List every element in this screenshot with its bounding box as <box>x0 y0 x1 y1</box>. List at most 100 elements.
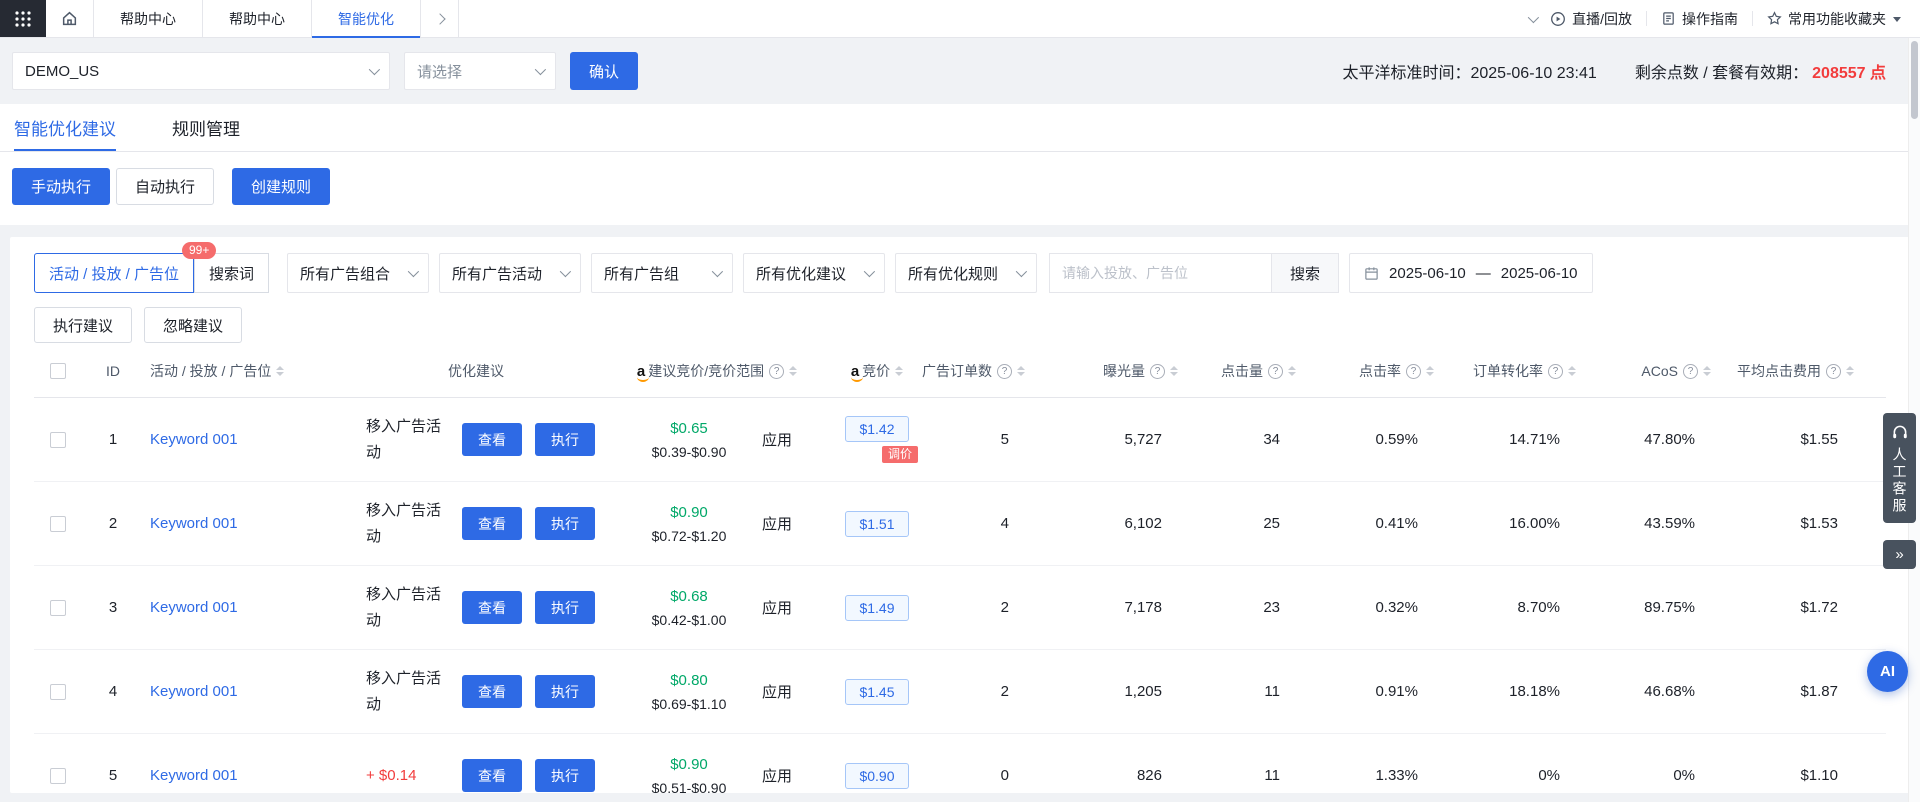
home-tab[interactable] <box>46 0 94 37</box>
col-header-ctr: 点击率 <box>1304 361 1442 381</box>
campaign-select[interactable]: 所有广告活动 <box>439 253 581 293</box>
keyword-link[interactable]: Keyword 001 <box>144 683 238 700</box>
confirm-button[interactable]: 确认 <box>570 52 638 90</box>
keyword-link[interactable]: Keyword 001 <box>144 431 238 448</box>
apps-menu-button[interactable] <box>0 0 46 37</box>
customer-service-panel[interactable]: 人工客服 <box>1883 413 1916 523</box>
keyword-link[interactable]: Keyword 001 <box>144 515 238 532</box>
sort-icon[interactable] <box>1568 366 1576 376</box>
help-icon[interactable] <box>1150 364 1165 379</box>
guide-button[interactable]: 操作指南 <box>1661 9 1738 29</box>
table-row: 5 Keyword 001 + $0.14 查看 执行 $0.90 $0.51-… <box>34 734 1886 793</box>
bid-pill[interactable]: $1.51 <box>845 511 908 537</box>
cell-cvr: 16.00% <box>1442 515 1584 532</box>
help-icon[interactable] <box>997 364 1012 379</box>
apply-link[interactable]: 应用 <box>762 597 792 618</box>
select-all-checkbox[interactable] <box>50 363 66 379</box>
sort-icon[interactable] <box>895 366 903 376</box>
apply-link[interactable]: 应用 <box>762 429 792 450</box>
apply-link[interactable]: 应用 <box>762 681 792 702</box>
live-replay-label: 直播/回放 <box>1572 9 1632 29</box>
row-checkbox[interactable] <box>50 684 66 700</box>
row-checkbox[interactable] <box>50 516 66 532</box>
apply-link[interactable]: 应用 <box>762 513 792 534</box>
toggle-search-term[interactable]: 搜索词 <box>194 253 269 293</box>
sort-icon[interactable] <box>1170 366 1178 376</box>
sort-icon[interactable] <box>1017 366 1025 376</box>
bid-adjust-badge: 调价 <box>882 446 918 463</box>
cell-orders: 4 <box>949 515 1033 532</box>
view-button[interactable]: 查看 <box>462 507 522 540</box>
row-checkbox[interactable] <box>50 432 66 448</box>
tab-help-center-2[interactable]: 帮助中心 <box>203 0 312 37</box>
sort-icon[interactable] <box>1288 366 1296 376</box>
tab-help-center-1[interactable]: 帮助中心 <box>94 0 203 37</box>
rule-select[interactable]: 所有优化规则 <box>895 253 1037 293</box>
date-range-picker[interactable]: 2025-06-10 — 2025-06-10 <box>1349 253 1592 293</box>
tab-scroll-right-button[interactable] <box>421 0 459 37</box>
tab-smart-optimization[interactable]: 智能优化 <box>312 0 421 37</box>
portfolio-select[interactable]: 所有广告组合 <box>287 253 429 293</box>
secondary-select[interactable]: 请选择 <box>404 52 556 90</box>
bulk-execute-button[interactable]: 执行建议 <box>34 307 132 343</box>
create-rule-button[interactable]: 创建规则 <box>232 168 330 205</box>
view-button[interactable]: 查看 <box>462 759 522 792</box>
chevron-down-icon <box>1016 266 1027 277</box>
scrollbar-thumb[interactable] <box>1911 41 1918 119</box>
view-button[interactable]: 查看 <box>462 675 522 708</box>
view-button[interactable]: 查看 <box>462 423 522 456</box>
help-icon[interactable] <box>1406 364 1421 379</box>
sort-icon[interactable] <box>276 366 284 376</box>
bid-pill[interactable]: $1.49 <box>845 595 908 621</box>
store-select-value: DEMO_US <box>25 63 99 80</box>
help-icon[interactable] <box>1826 364 1841 379</box>
table-header: ID 活动 / 投放 / 广告位 优化建议 建议竞价/竞价范围 竞价 广告订单数… <box>34 351 1886 398</box>
auto-execute-button[interactable]: 自动执行 <box>116 168 214 205</box>
toggle-campaign-placement[interactable]: 活动 / 投放 / 广告位 <box>34 253 194 293</box>
help-icon[interactable] <box>1683 364 1698 379</box>
store-select[interactable]: DEMO_US <box>12 52 390 90</box>
help-icon[interactable] <box>1548 364 1563 379</box>
execute-button[interactable]: 执行 <box>535 675 595 708</box>
row-checkbox[interactable] <box>50 600 66 616</box>
help-icon[interactable] <box>769 364 784 379</box>
execute-button[interactable]: 执行 <box>535 507 595 540</box>
bid-pill[interactable]: $1.45 <box>845 679 908 705</box>
sort-icon[interactable] <box>789 366 797 376</box>
search-input[interactable] <box>1049 253 1271 293</box>
sort-icon[interactable] <box>1703 366 1711 376</box>
tab-optimization-suggestions[interactable]: 智能优化建议 <box>14 104 116 151</box>
sort-icon[interactable] <box>1846 366 1854 376</box>
row-checkbox[interactable] <box>50 768 66 784</box>
store-bar: DEMO_US 请选择 确认 太平洋标准时间：2025-06-10 23:41 … <box>0 38 1920 104</box>
execute-button[interactable]: 执行 <box>535 759 595 792</box>
bid-pill[interactable]: $0.90 <box>845 763 908 789</box>
view-button[interactable]: 查看 <box>462 591 522 624</box>
suggestion-type-select[interactable]: 所有优化建议 <box>743 253 885 293</box>
chevron-down-icon[interactable] <box>1528 11 1539 22</box>
favorites-button[interactable]: 常用功能收藏夹 <box>1767 9 1902 29</box>
apply-link[interactable]: 应用 <box>762 765 792 786</box>
search-button[interactable]: 搜索 <box>1271 253 1339 293</box>
bid-pill[interactable]: $1.42 <box>845 416 908 442</box>
execute-button[interactable]: 执行 <box>535 423 595 456</box>
ai-assistant-button[interactable]: AI <box>1867 651 1908 692</box>
chevron-right-icon <box>434 13 445 24</box>
bulk-ignore-button[interactable]: 忽略建议 <box>144 307 242 343</box>
live-replay-button[interactable]: 直播/回放 <box>1550 9 1632 29</box>
execute-button[interactable]: 执行 <box>535 591 595 624</box>
main-card: 活动 / 投放 / 广告位 搜索词 99+ 所有广告组合 所有广告活动 所有广告… <box>10 237 1910 793</box>
chevron-down-icon <box>560 266 571 277</box>
manual-execute-button[interactable]: 手动执行 <box>12 168 110 205</box>
keyword-link[interactable]: Keyword 001 <box>144 599 238 616</box>
keyword-link[interactable]: Keyword 001 <box>144 767 238 784</box>
collapse-sidebar-button[interactable]: » <box>1883 540 1916 569</box>
ad-group-select[interactable]: 所有广告组 <box>591 253 733 293</box>
cell-acos: 46.68% <box>1584 683 1719 700</box>
table-row: 1 Keyword 001 移入广告活动 查看 执行 $0.65 $0.39-$… <box>34 398 1886 482</box>
sort-icon[interactable] <box>1426 366 1434 376</box>
calendar-icon <box>1364 266 1379 281</box>
help-icon[interactable] <box>1268 364 1283 379</box>
tab-rule-management[interactable]: 规则管理 <box>172 104 240 151</box>
cell-impressions: 5,727 <box>1033 431 1186 448</box>
